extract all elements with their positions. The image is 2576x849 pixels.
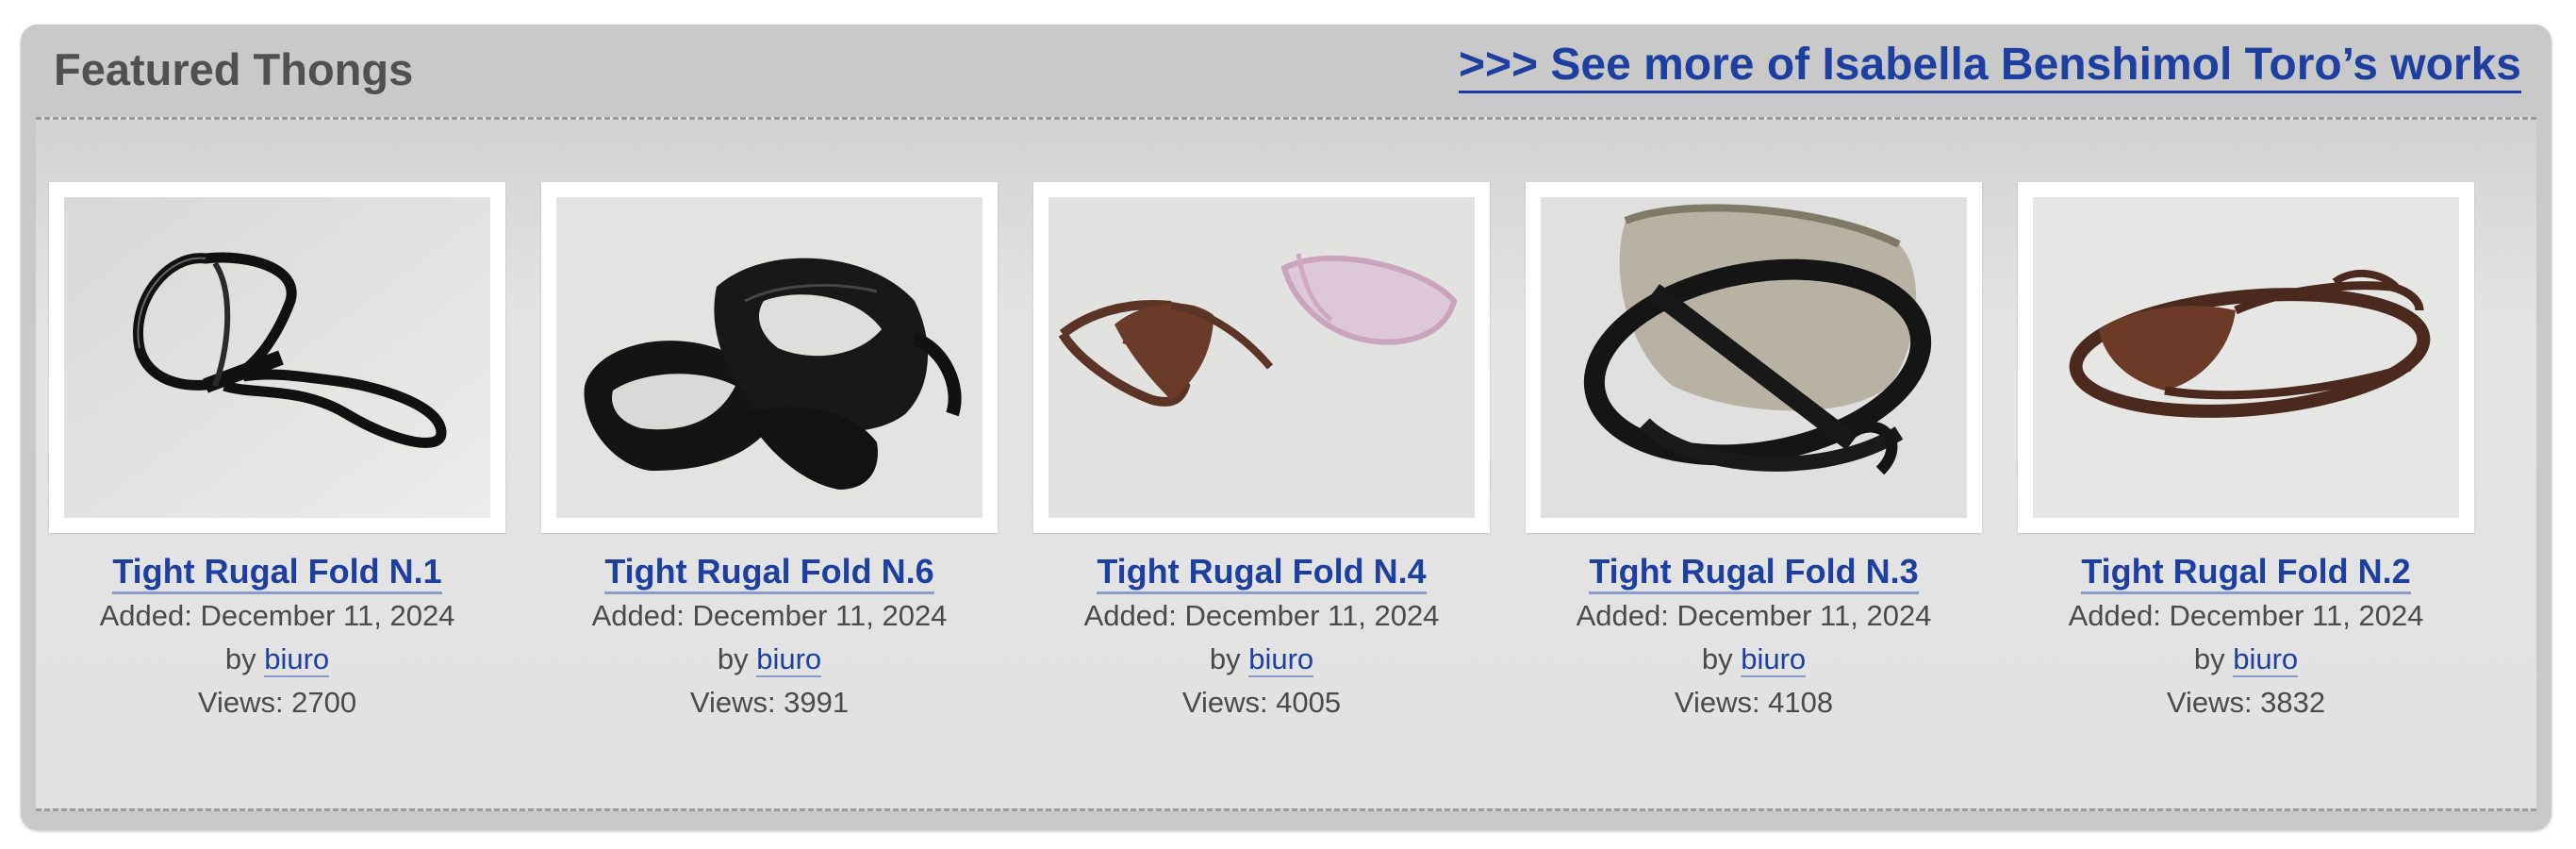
- card-title-link[interactable]: Tight Rugal Fold N.4: [1097, 552, 1427, 594]
- thumbnail-frame[interactable]: [49, 182, 505, 533]
- by-label: by: [717, 642, 749, 675]
- gallery-card: Tight Rugal Fold N.4 Added: December 11,…: [1033, 182, 1490, 724]
- author-link[interactable]: biuro: [2233, 642, 2299, 677]
- gallery-card: Tight Rugal Fold N.6 Added: December 11,…: [541, 182, 998, 724]
- added-date: Added: December 11, 2024: [591, 599, 948, 632]
- card-title-link[interactable]: Tight Rugal Fold N.3: [1589, 552, 1919, 594]
- black-latex-thongs-pile-photo[interactable]: [556, 197, 983, 518]
- author-line: by biuro: [49, 638, 505, 681]
- author-line: by biuro: [2018, 638, 2474, 681]
- view-count: Views: 3991: [689, 686, 850, 719]
- view-count: Views: 4005: [1181, 686, 1342, 719]
- card-title-link[interactable]: Tight Rugal Fold N.6: [604, 552, 934, 594]
- author-link[interactable]: biuro: [756, 642, 822, 677]
- added-date: Added: December 11, 2024: [99, 599, 455, 632]
- by-label: by: [1701, 642, 1733, 675]
- card-title-link[interactable]: Tight Rugal Fold N.1: [112, 552, 442, 594]
- see-more-link[interactable]: >>> See more of Isabella Benshimol Toro’…: [1458, 40, 2521, 93]
- added-date: Added: December 11, 2024: [2068, 599, 2424, 632]
- gallery-card: Tight Rugal Fold N.2 Added: December 11,…: [2018, 182, 2474, 724]
- by-label: by: [2193, 642, 2225, 675]
- thumbnail-grid: Tight Rugal Fold N.1 Added: December 11,…: [36, 117, 2536, 811]
- black-and-clear-thongs-photo[interactable]: [1541, 197, 1967, 518]
- brown-thong-photo[interactable]: [2033, 197, 2459, 518]
- brown-and-pink-thongs-photo[interactable]: [1049, 197, 1475, 518]
- thumbnail-frame[interactable]: [1033, 182, 1490, 533]
- by-label: by: [1209, 642, 1241, 675]
- author-link[interactable]: biuro: [264, 642, 330, 677]
- panel-header: Featured Thongs >>> See more of Isabella…: [21, 25, 2551, 119]
- thumbnail-frame[interactable]: [1526, 182, 1982, 533]
- black-latex-thong-photo[interactable]: [64, 197, 490, 518]
- added-date: Added: December 11, 2024: [1083, 599, 1440, 632]
- author-line: by biuro: [1526, 638, 1982, 681]
- gallery-card: Tight Rugal Fold N.3 Added: December 11,…: [1526, 182, 1982, 724]
- gallery-card: Tight Rugal Fold N.1 Added: December 11,…: [49, 182, 505, 724]
- view-count: Views: 2700: [197, 686, 357, 719]
- by-label: by: [224, 642, 256, 675]
- thumbnail-frame[interactable]: [541, 182, 998, 533]
- featured-panel: Featured Thongs >>> See more of Isabella…: [21, 25, 2551, 830]
- author-line: by biuro: [1033, 638, 1490, 681]
- added-date: Added: December 11, 2024: [1576, 599, 1932, 632]
- view-count: Views: 3832: [2166, 686, 2326, 719]
- panel-title: Featured Thongs: [54, 44, 414, 94]
- author-link[interactable]: biuro: [1248, 642, 1314, 677]
- view-count: Views: 4108: [1674, 686, 1834, 719]
- thumbnail-frame[interactable]: [2018, 182, 2474, 533]
- author-line: by biuro: [541, 638, 998, 681]
- author-link[interactable]: biuro: [1741, 642, 1807, 677]
- card-title-link[interactable]: Tight Rugal Fold N.2: [2081, 552, 2411, 594]
